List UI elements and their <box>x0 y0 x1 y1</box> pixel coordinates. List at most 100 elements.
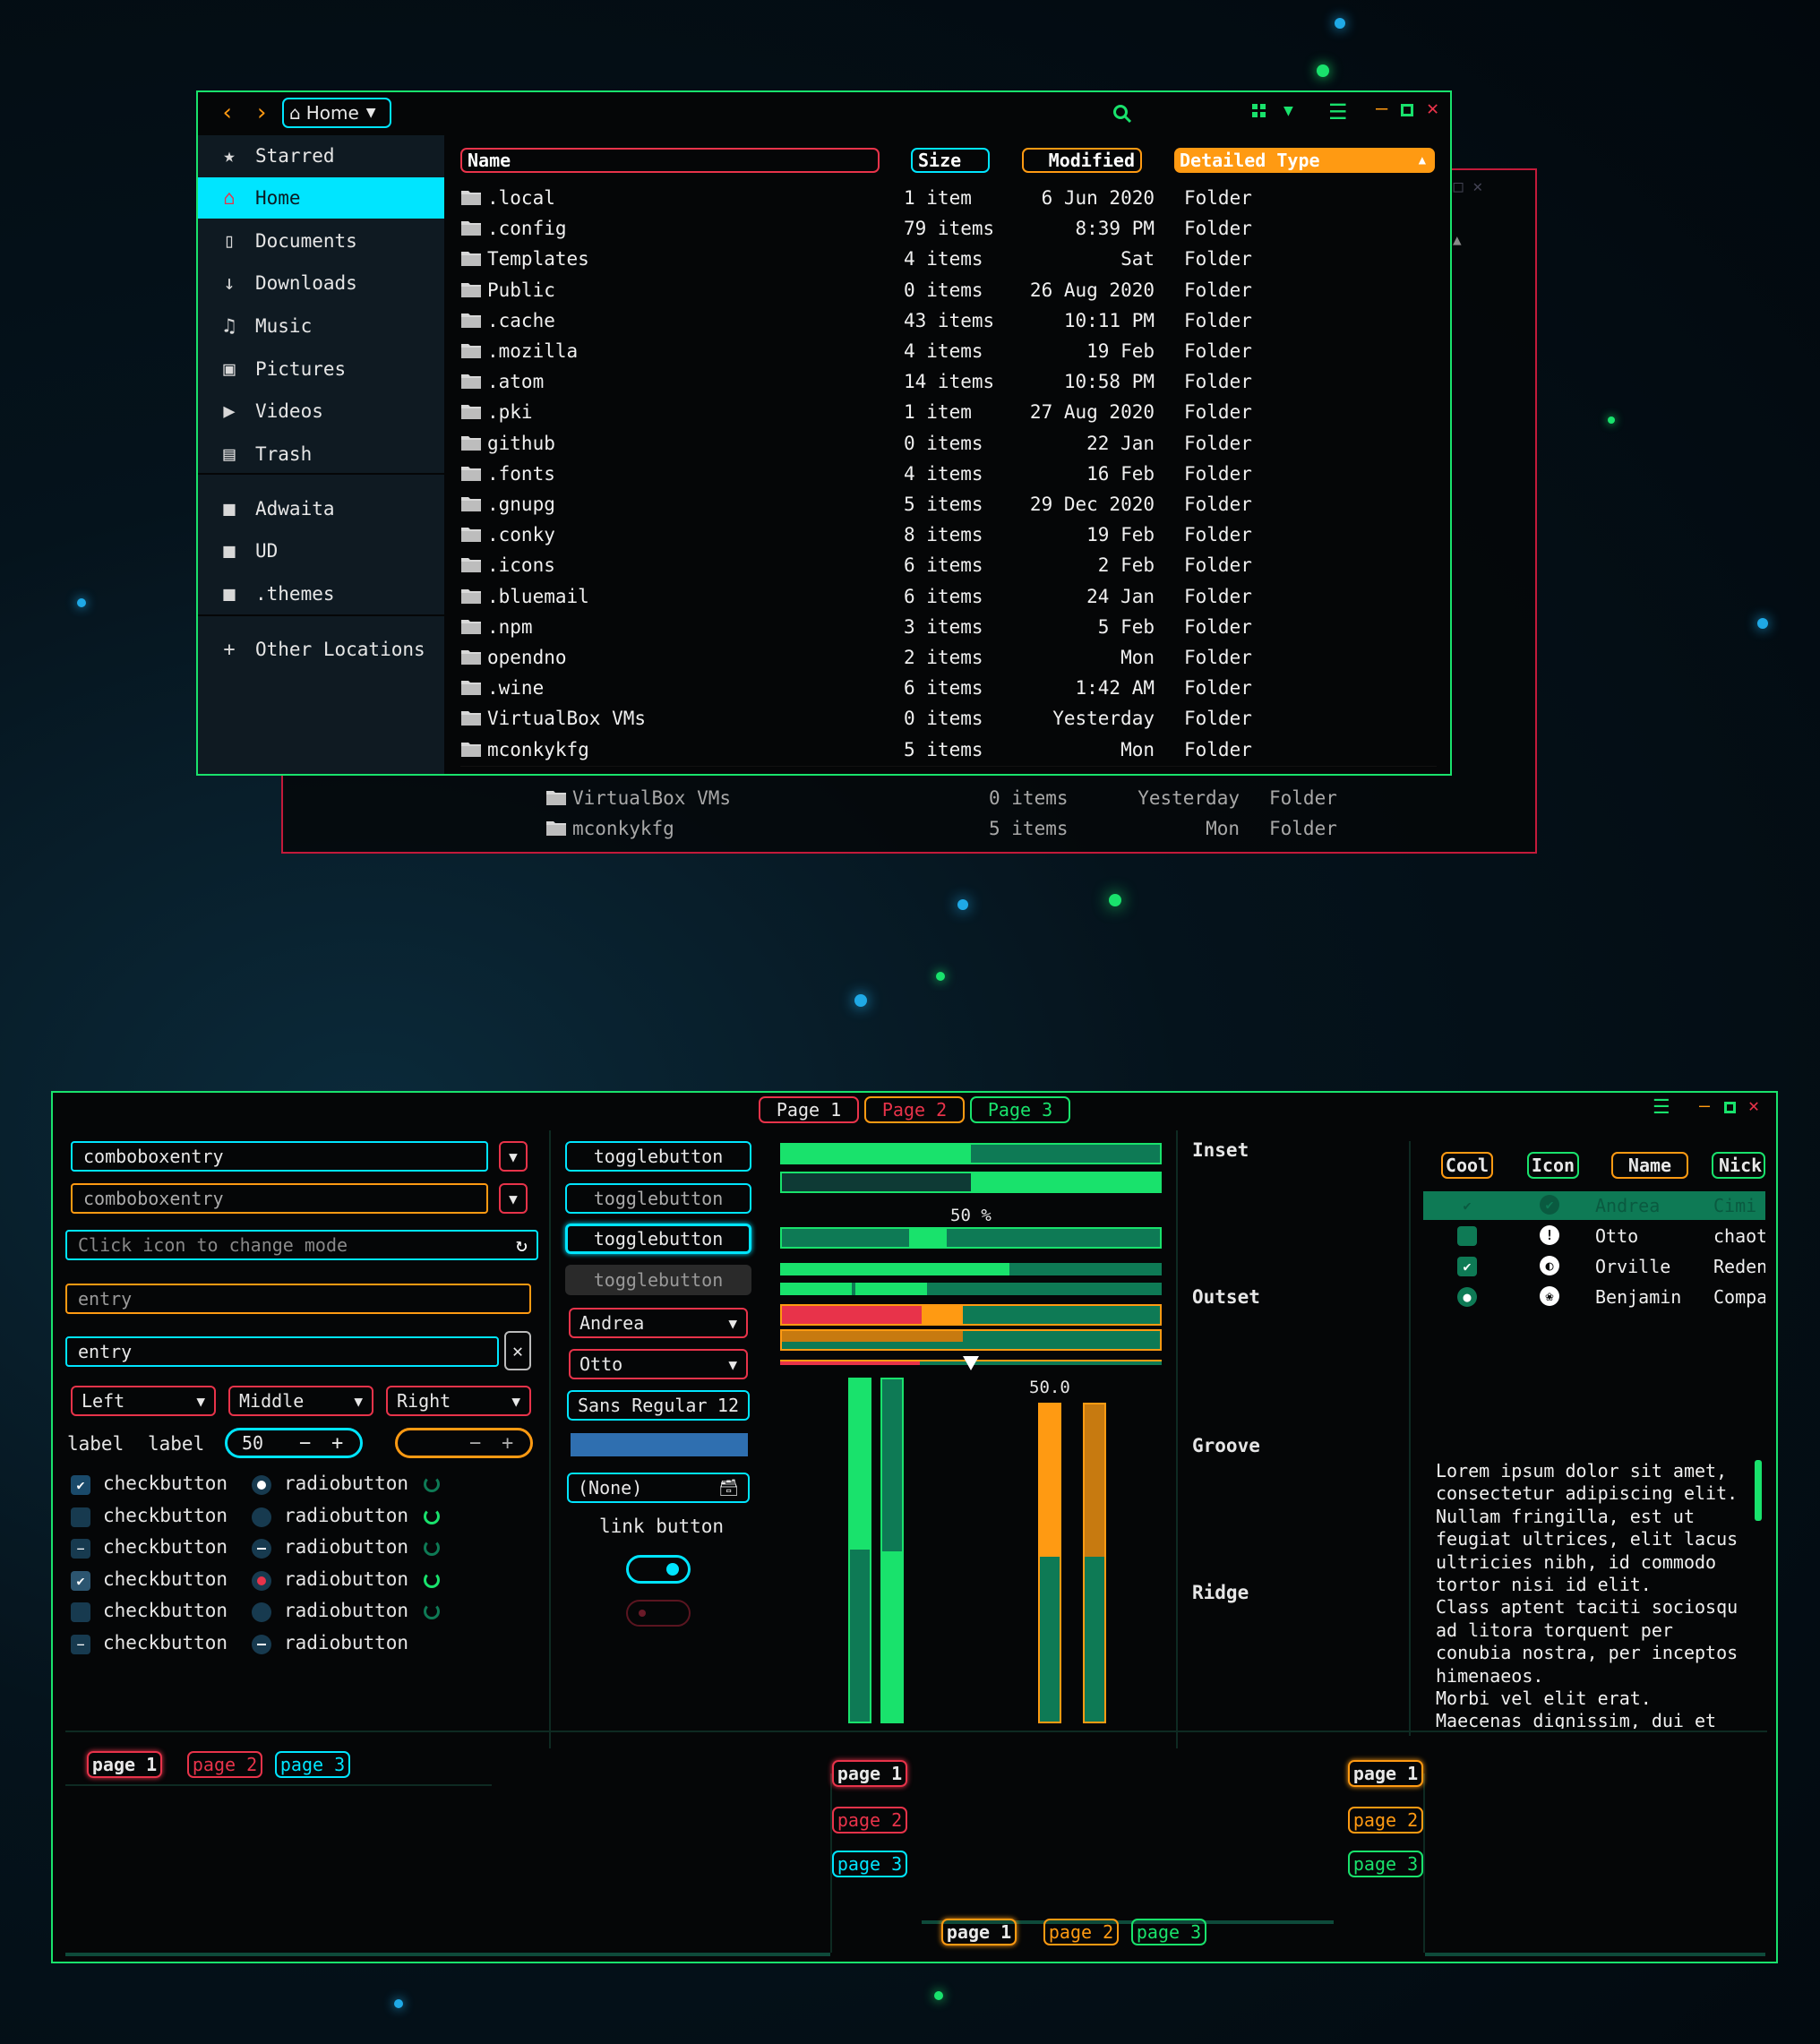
tree-cool-checkbox[interactable] <box>1457 1226 1477 1246</box>
file-row[interactable]: opendno 2 items Mon Folder <box>460 642 1446 673</box>
clear-button[interactable]: ✕ <box>504 1331 531 1370</box>
file-row[interactable]: .local 1 item 6 Jun 2020 Folder <box>460 183 1446 213</box>
menu-icon[interactable]: ☰ <box>1328 99 1348 125</box>
refresh-icon[interactable]: ↻ <box>516 1234 528 1257</box>
checkbox[interactable] <box>71 1507 90 1527</box>
vertical-scale-1[interactable] <box>1038 1403 1061 1723</box>
forward-button[interactable]: › <box>248 99 275 126</box>
togglebutton-4[interactable]: togglebutton <box>565 1265 751 1295</box>
notebook-2-tab-3[interactable]: page 3 <box>832 1851 907 1877</box>
tree-row[interactable]: ✔ ✔ Andrea Cimi <box>1423 1191 1765 1220</box>
notebook-3-tab-2[interactable]: page 2 <box>1043 1919 1119 1945</box>
combo-middle[interactable]: Middle ▼ <box>228 1386 373 1416</box>
view-options-chevron-icon[interactable]: ▼ <box>1283 101 1293 120</box>
togglebutton-2[interactable]: togglebutton <box>565 1183 751 1214</box>
link-button[interactable]: link button <box>599 1516 724 1537</box>
combobox-entry-1-dropdown[interactable]: ▼ <box>499 1141 528 1172</box>
tree-header-nick[interactable]: Nick <box>1712 1152 1765 1179</box>
plus-icon[interactable]: + <box>331 1432 343 1455</box>
notebook-4-tab-2[interactable]: page 2 <box>1348 1807 1423 1834</box>
combobox-entry-2[interactable]: comboboxentry <box>71 1183 488 1214</box>
notebook-1-tab-3[interactable]: page 3 <box>275 1751 350 1778</box>
tree-header-name[interactable]: Name <box>1611 1152 1688 1179</box>
file-row[interactable]: Public 0 items 26 Aug 2020 Folder <box>460 275 1446 305</box>
tree-cool-checkbox[interactable]: ✔ <box>1457 1196 1477 1215</box>
notebook-3-tab-1[interactable]: page 1 <box>941 1919 1017 1945</box>
notebook-2-tab-1[interactable]: page 1 <box>832 1760 907 1787</box>
radio-button[interactable] <box>252 1570 271 1591</box>
sidebar-item-home[interactable]: ⌂ Home <box>198 177 444 219</box>
column-modified[interactable]: Modified <box>1022 148 1142 173</box>
file-row[interactable]: Templates 4 items Sat Folder <box>460 244 1446 274</box>
file-row[interactable]: .gnupg 5 items 29 Dec 2020 Folder <box>460 489 1446 520</box>
menu-icon[interactable]: ☰ <box>1653 1096 1670 1119</box>
togglebutton-3[interactable]: togglebutton <box>565 1224 751 1254</box>
file-row[interactable]: .conky 8 items 19 Feb Folder <box>460 520 1446 550</box>
tab-page-2[interactable]: Page 2 <box>864 1096 965 1123</box>
notebook-2-tab-2[interactable]: page 2 <box>832 1807 907 1834</box>
sidebar-item-downloads[interactable]: ↓ Downloads <box>198 262 444 304</box>
view-grid-icon[interactable] <box>1251 103 1267 119</box>
file-row[interactable]: .npm 3 items 5 Feb Folder <box>460 612 1446 642</box>
minimize-icon[interactable]: — <box>1699 1095 1710 1116</box>
sidebar-item-videos[interactable]: ▶ Videos <box>198 391 444 432</box>
switch-on[interactable] <box>626 1555 691 1584</box>
notebook-1-tab-2[interactable]: page 2 <box>187 1751 262 1778</box>
sidebar-item-music[interactable]: ♫ Music <box>198 305 444 347</box>
tab-page-3[interactable]: Page 3 <box>970 1096 1070 1123</box>
text-view-scrollbar[interactable] <box>1755 1460 1762 1521</box>
back-button[interactable]: ‹ <box>214 99 241 126</box>
notebook-3-tab-3[interactable]: page 3 <box>1131 1919 1206 1945</box>
combobox-entry-2-dropdown[interactable]: ▼ <box>499 1183 528 1214</box>
file-chooser-button[interactable]: (None) 🗃 <box>567 1473 750 1503</box>
location-button[interactable]: ⌂ Home ▼ <box>282 98 391 128</box>
file-row[interactable]: .config 79 items 8:39 PM Folder <box>460 213 1446 244</box>
entry-placeholder[interactable]: entry <box>65 1284 531 1314</box>
tree-row[interactable]: ! Otto chaot. <box>1423 1222 1765 1250</box>
combo-andrea[interactable]: Andrea ▼ <box>569 1308 748 1338</box>
checkbox[interactable]: − <box>71 1539 90 1559</box>
checkbox[interactable] <box>71 1602 90 1623</box>
radio-button[interactable] <box>252 1539 271 1559</box>
column-name[interactable]: Name <box>460 148 880 173</box>
file-row[interactable]: .bluemail 6 items 24 Jan Folder <box>460 581 1446 612</box>
tree-header-icon[interactable]: Icon <box>1527 1152 1579 1179</box>
spin-button-empty[interactable]: − + <box>395 1428 533 1458</box>
sidebar-item-themes[interactable]: ■ .themes <box>198 573 444 614</box>
plus-icon[interactable]: + <box>502 1432 513 1455</box>
maximize-icon[interactable] <box>1401 104 1413 116</box>
file-row[interactable]: VirtualBox VMs 0 items Yesterday Folder <box>545 783 1531 813</box>
radio-button[interactable] <box>252 1507 271 1527</box>
sidebar-item-pictures[interactable]: ▣ Pictures <box>198 348 444 390</box>
checkbox[interactable]: − <box>71 1635 90 1654</box>
sidebar-item-ud[interactable]: ■ UD <box>198 530 444 571</box>
search-icon[interactable] <box>1112 103 1133 125</box>
scale-slider[interactable] <box>963 1356 979 1370</box>
sidebar-item-documents[interactable]: ▯ Documents <box>198 220 444 262</box>
tree-cool-checkbox[interactable]: ● <box>1457 1287 1477 1307</box>
file-row[interactable]: mconkykfg 5 items Mon Folder <box>460 734 1446 765</box>
spin-button[interactable]: 50 − + <box>225 1428 363 1458</box>
maximize-icon[interactable] <box>1724 1102 1736 1113</box>
notebook-4-tab-1[interactable]: page 1 <box>1348 1760 1423 1787</box>
minus-icon[interactable]: − <box>469 1432 481 1455</box>
file-row[interactable]: mconkykfg 5 items Mon Folder <box>545 813 1531 844</box>
file-row[interactable]: .fonts 4 items 16 Feb Folder <box>460 459 1446 489</box>
combo-otto[interactable]: Otto ▼ <box>569 1349 748 1379</box>
sidebar-item-adwaita[interactable]: ■ Adwaita <box>198 488 444 529</box>
notebook-4-tab-3[interactable]: page 3 <box>1348 1851 1423 1877</box>
column-type[interactable]: Detailed Type ▲ <box>1174 148 1435 173</box>
tree-cool-checkbox[interactable]: ✔ <box>1457 1257 1477 1276</box>
radio-button[interactable] <box>252 1602 271 1623</box>
text-view[interactable]: Lorem ipsum dolor sit amet, consectetur … <box>1436 1460 1737 1729</box>
sidebar-item-trash[interactable]: ▤ Trash <box>198 434 444 475</box>
tree-row[interactable]: ✔ ◐ Orville Redenl <box>1423 1252 1765 1281</box>
sidebar-item-other-locations[interactable]: + Other Locations <box>198 629 444 670</box>
switch-off[interactable] <box>626 1600 691 1627</box>
file-row[interactable]: .icons 6 items 2 Feb Folder <box>460 550 1446 580</box>
file-row[interactable]: github 0 items 22 Jan Folder <box>460 428 1446 459</box>
tab-page-1[interactable]: Page 1 <box>759 1096 859 1123</box>
togglebutton-1[interactable]: togglebutton <box>565 1141 751 1172</box>
close-icon[interactable]: ✕ <box>1748 1095 1759 1116</box>
close-icon[interactable]: ✕ <box>1427 98 1438 120</box>
